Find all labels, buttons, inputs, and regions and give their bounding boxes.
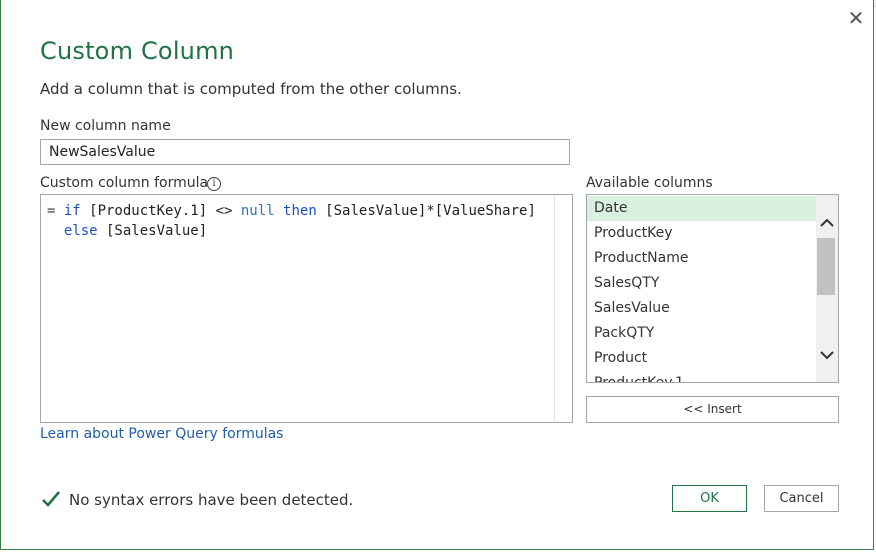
cancel-button[interactable]: Cancel (764, 485, 839, 512)
scrollbar-thumb[interactable] (817, 238, 835, 295)
formula-editor[interactable]: = if [ProductKey.1] <> null then [SalesV… (40, 194, 573, 423)
keyword-if: if (63, 203, 81, 219)
ok-button[interactable]: OK (672, 485, 747, 512)
info-icon[interactable]: i (207, 177, 221, 191)
formula-space (275, 203, 283, 219)
formula-text: [SalesValue]*[ValueShare] (316, 203, 536, 219)
formula-indent (47, 223, 64, 239)
list-item-packqty[interactable]: PackQTY (587, 321, 817, 346)
insert-button[interactable]: << Insert (586, 396, 839, 423)
list-item-productname[interactable]: ProductName (587, 246, 817, 271)
chevron-up-icon[interactable] (818, 214, 836, 232)
custom-column-dialog: ✕ Custom Column Add a column that is com… (0, 0, 874, 550)
formula-text: [ProductKey.1] <> (80, 203, 241, 219)
formula-code[interactable]: = if [ProductKey.1] <> null then [SalesV… (47, 201, 536, 241)
keyword-then: then (283, 203, 317, 219)
dialog-subtitle: Add a column that is computed from the o… (40, 80, 462, 98)
keyword-null: null (240, 203, 275, 219)
new-column-name-input[interactable] (40, 139, 570, 165)
list-item-productkey[interactable]: ProductKey (587, 221, 817, 246)
chevron-down-icon[interactable] (818, 346, 836, 364)
keyword-else: else (63, 223, 98, 239)
list-item-product[interactable]: Product (587, 346, 817, 371)
close-icon[interactable]: ✕ (846, 8, 866, 28)
available-columns-label: Available columns (586, 175, 713, 191)
list-item-date[interactable]: Date (587, 196, 817, 221)
formula-prefix: = (47, 203, 64, 219)
new-column-name-label: New column name (40, 118, 171, 134)
syntax-status-text: No syntax errors have been detected. (69, 491, 354, 509)
available-columns-list[interactable]: Date ProductKey ProductName SalesQTY Sal… (586, 194, 839, 383)
list-item-productkey-1[interactable]: ProductKey.1 (587, 371, 817, 382)
check-icon (42, 491, 60, 507)
list-item-salesvalue[interactable]: SalesValue (587, 296, 817, 321)
learn-power-query-link[interactable]: Learn about Power Query formulas (40, 426, 283, 442)
custom-formula-label: Custom column formula (40, 175, 209, 191)
dialog-title: Custom Column (40, 37, 235, 65)
list-item-salesqty[interactable]: SalesQTY (587, 271, 817, 296)
editor-gutter-line (554, 195, 555, 422)
formula-text: [SalesValue] (97, 223, 208, 239)
